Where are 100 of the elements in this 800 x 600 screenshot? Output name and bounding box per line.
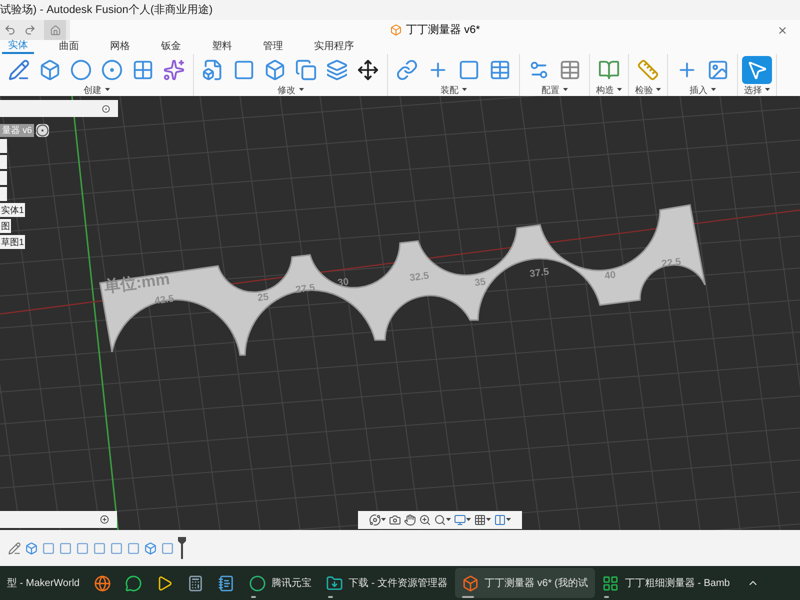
tool-icon — [637, 59, 659, 81]
home-icon — [50, 24, 60, 36]
caret-icon — [446, 518, 451, 522]
group-menu[interactable]: 创建 — [84, 85, 110, 95]
browser-item[interactable]: 图 — [0, 219, 11, 233]
timeline-feature-icon[interactable] — [127, 542, 140, 554]
ribbon-tab[interactable]: 钣金 — [155, 40, 187, 54]
tool-icon — [39, 59, 61, 81]
taskbar-item[interactable]: 型 - MakerWorld — [0, 568, 87, 598]
tool-icon — [746, 59, 768, 81]
group-menu[interactable]: 选择 — [744, 85, 770, 95]
caret-icon — [617, 88, 622, 92]
nav-button[interactable] — [454, 514, 471, 526]
timeline-feature-icon[interactable] — [161, 542, 174, 554]
document-tab[interactable]: 丁丁测量器 v6* — [70, 20, 800, 40]
redo-icon[interactable] — [24, 24, 36, 36]
nav-icon — [419, 514, 431, 526]
tool-icon — [264, 59, 286, 81]
nav-button[interactable] — [419, 514, 431, 526]
ribbon-tab[interactable]: 实用程序 — [308, 40, 360, 54]
nav-icon — [434, 514, 446, 526]
plus-icon[interactable] — [100, 515, 109, 524]
group-menu[interactable]: 修改 — [278, 85, 304, 95]
group-menu[interactable]: 插入 — [690, 85, 716, 95]
app-label: 下载 - 文件资源管理器 — [348, 576, 448, 590]
nav-button[interactable] — [389, 514, 401, 526]
timeline-feature-icon[interactable] — [144, 542, 157, 554]
app-icon — [124, 574, 142, 592]
nav-button[interactable] — [404, 514, 416, 526]
nav-button[interactable] — [369, 514, 386, 526]
cube-icon — [390, 24, 402, 36]
nav-icon — [454, 514, 466, 526]
tool-icon — [8, 59, 30, 81]
ribbon-tab[interactable]: 管理 — [257, 40, 289, 54]
app-label: 腾讯元宝 — [272, 576, 312, 590]
timeline-feature-icon[interactable] — [76, 542, 89, 554]
nav-icon — [474, 514, 486, 526]
undo-icon[interactable] — [4, 24, 16, 36]
tool-icon — [396, 59, 418, 81]
window-title: 试验场) - Autodesk Fusion个人(非商业用途) — [0, 2, 213, 18]
engraved-label: 单位:mm — [103, 271, 171, 296]
document-title: 丁丁测量器 v6* — [406, 22, 480, 38]
app-icon — [602, 574, 619, 592]
browser-item[interactable]: 草图1 — [0, 235, 26, 249]
viewport[interactable]: 单位:mm 42.5 25 27.5 30 32.5 35 37.5 40 22.5 量器 v6 实体1 图 草图1 — [0, 96, 800, 530]
caret-icon — [298, 88, 304, 92]
tool-icon — [202, 59, 224, 81]
caret-icon — [765, 88, 770, 92]
ribbon-tab[interactable]: 曲面 — [53, 40, 85, 54]
app-icon — [218, 574, 235, 592]
timeline-feature-icon[interactable] — [93, 542, 106, 554]
ribbon-tab[interactable]: 实体 — [2, 40, 34, 54]
app-icon — [248, 574, 266, 592]
nav-button[interactable] — [434, 514, 451, 526]
timeline-feature-icon[interactable] — [8, 542, 21, 554]
ribbon-tab[interactable]: 网格 — [104, 40, 136, 54]
engraved-label: 22.5 — [661, 256, 682, 270]
tool-icon — [326, 59, 348, 81]
close-icon[interactable] — [777, 24, 788, 36]
engraved-label: 30 — [337, 276, 350, 289]
group-menu[interactable]: 配置 — [542, 85, 568, 95]
nav-icon — [404, 514, 416, 526]
browser-item[interactable]: 实体1 — [0, 203, 26, 217]
collapse-icon[interactable] — [102, 104, 110, 112]
tool-icon — [70, 59, 92, 81]
taskbar-item[interactable]: 下载 - 文件资源管理器 — [318, 568, 454, 598]
engraved-label: 32.5 — [409, 270, 430, 284]
taskbar-item[interactable]: 丁丁粗细测量器 - Bamb — [594, 568, 737, 598]
taskbar-item[interactable]: 丁丁测量器 v6* (我的试 — [454, 568, 595, 598]
tool-icon — [132, 59, 154, 81]
tool-icon — [528, 59, 550, 81]
caret-icon — [562, 88, 568, 92]
engraved-label: 35 — [474, 276, 486, 289]
timeline-marker-icon[interactable] — [178, 537, 186, 559]
radio-icon[interactable] — [36, 124, 50, 137]
app-icon — [326, 574, 343, 592]
app-icon — [186, 574, 204, 592]
tool-icon — [101, 59, 123, 81]
timeline-feature-icon[interactable] — [42, 542, 55, 554]
tool-icon — [163, 59, 185, 81]
caret-icon — [466, 518, 471, 522]
tool-icon — [489, 59, 511, 81]
tool-icon — [233, 59, 255, 81]
home-button[interactable] — [44, 20, 66, 40]
timeline-feature-icon[interactable] — [59, 542, 72, 554]
timeline-feature-icon[interactable] — [25, 542, 38, 554]
group-menu[interactable]: 构造 — [596, 85, 622, 95]
app-label: 丁丁粗细测量器 - Bamb — [624, 576, 730, 590]
ribbon-tab[interactable]: 塑料 — [206, 40, 238, 54]
nav-button[interactable] — [494, 514, 511, 526]
nav-button[interactable] — [474, 514, 491, 526]
engraved-label: 42.5 — [154, 294, 175, 307]
app-icon — [462, 574, 478, 592]
group-menu[interactable]: 检验 — [635, 85, 661, 95]
nav-icon — [494, 514, 506, 526]
taskbar-item[interactable]: 腾讯元宝 — [242, 568, 319, 598]
tool-icon — [598, 59, 620, 81]
timeline-feature-icon[interactable] — [110, 542, 123, 554]
group-menu[interactable]: 装配 — [440, 85, 466, 95]
engraved-label: 25 — [257, 292, 270, 304]
